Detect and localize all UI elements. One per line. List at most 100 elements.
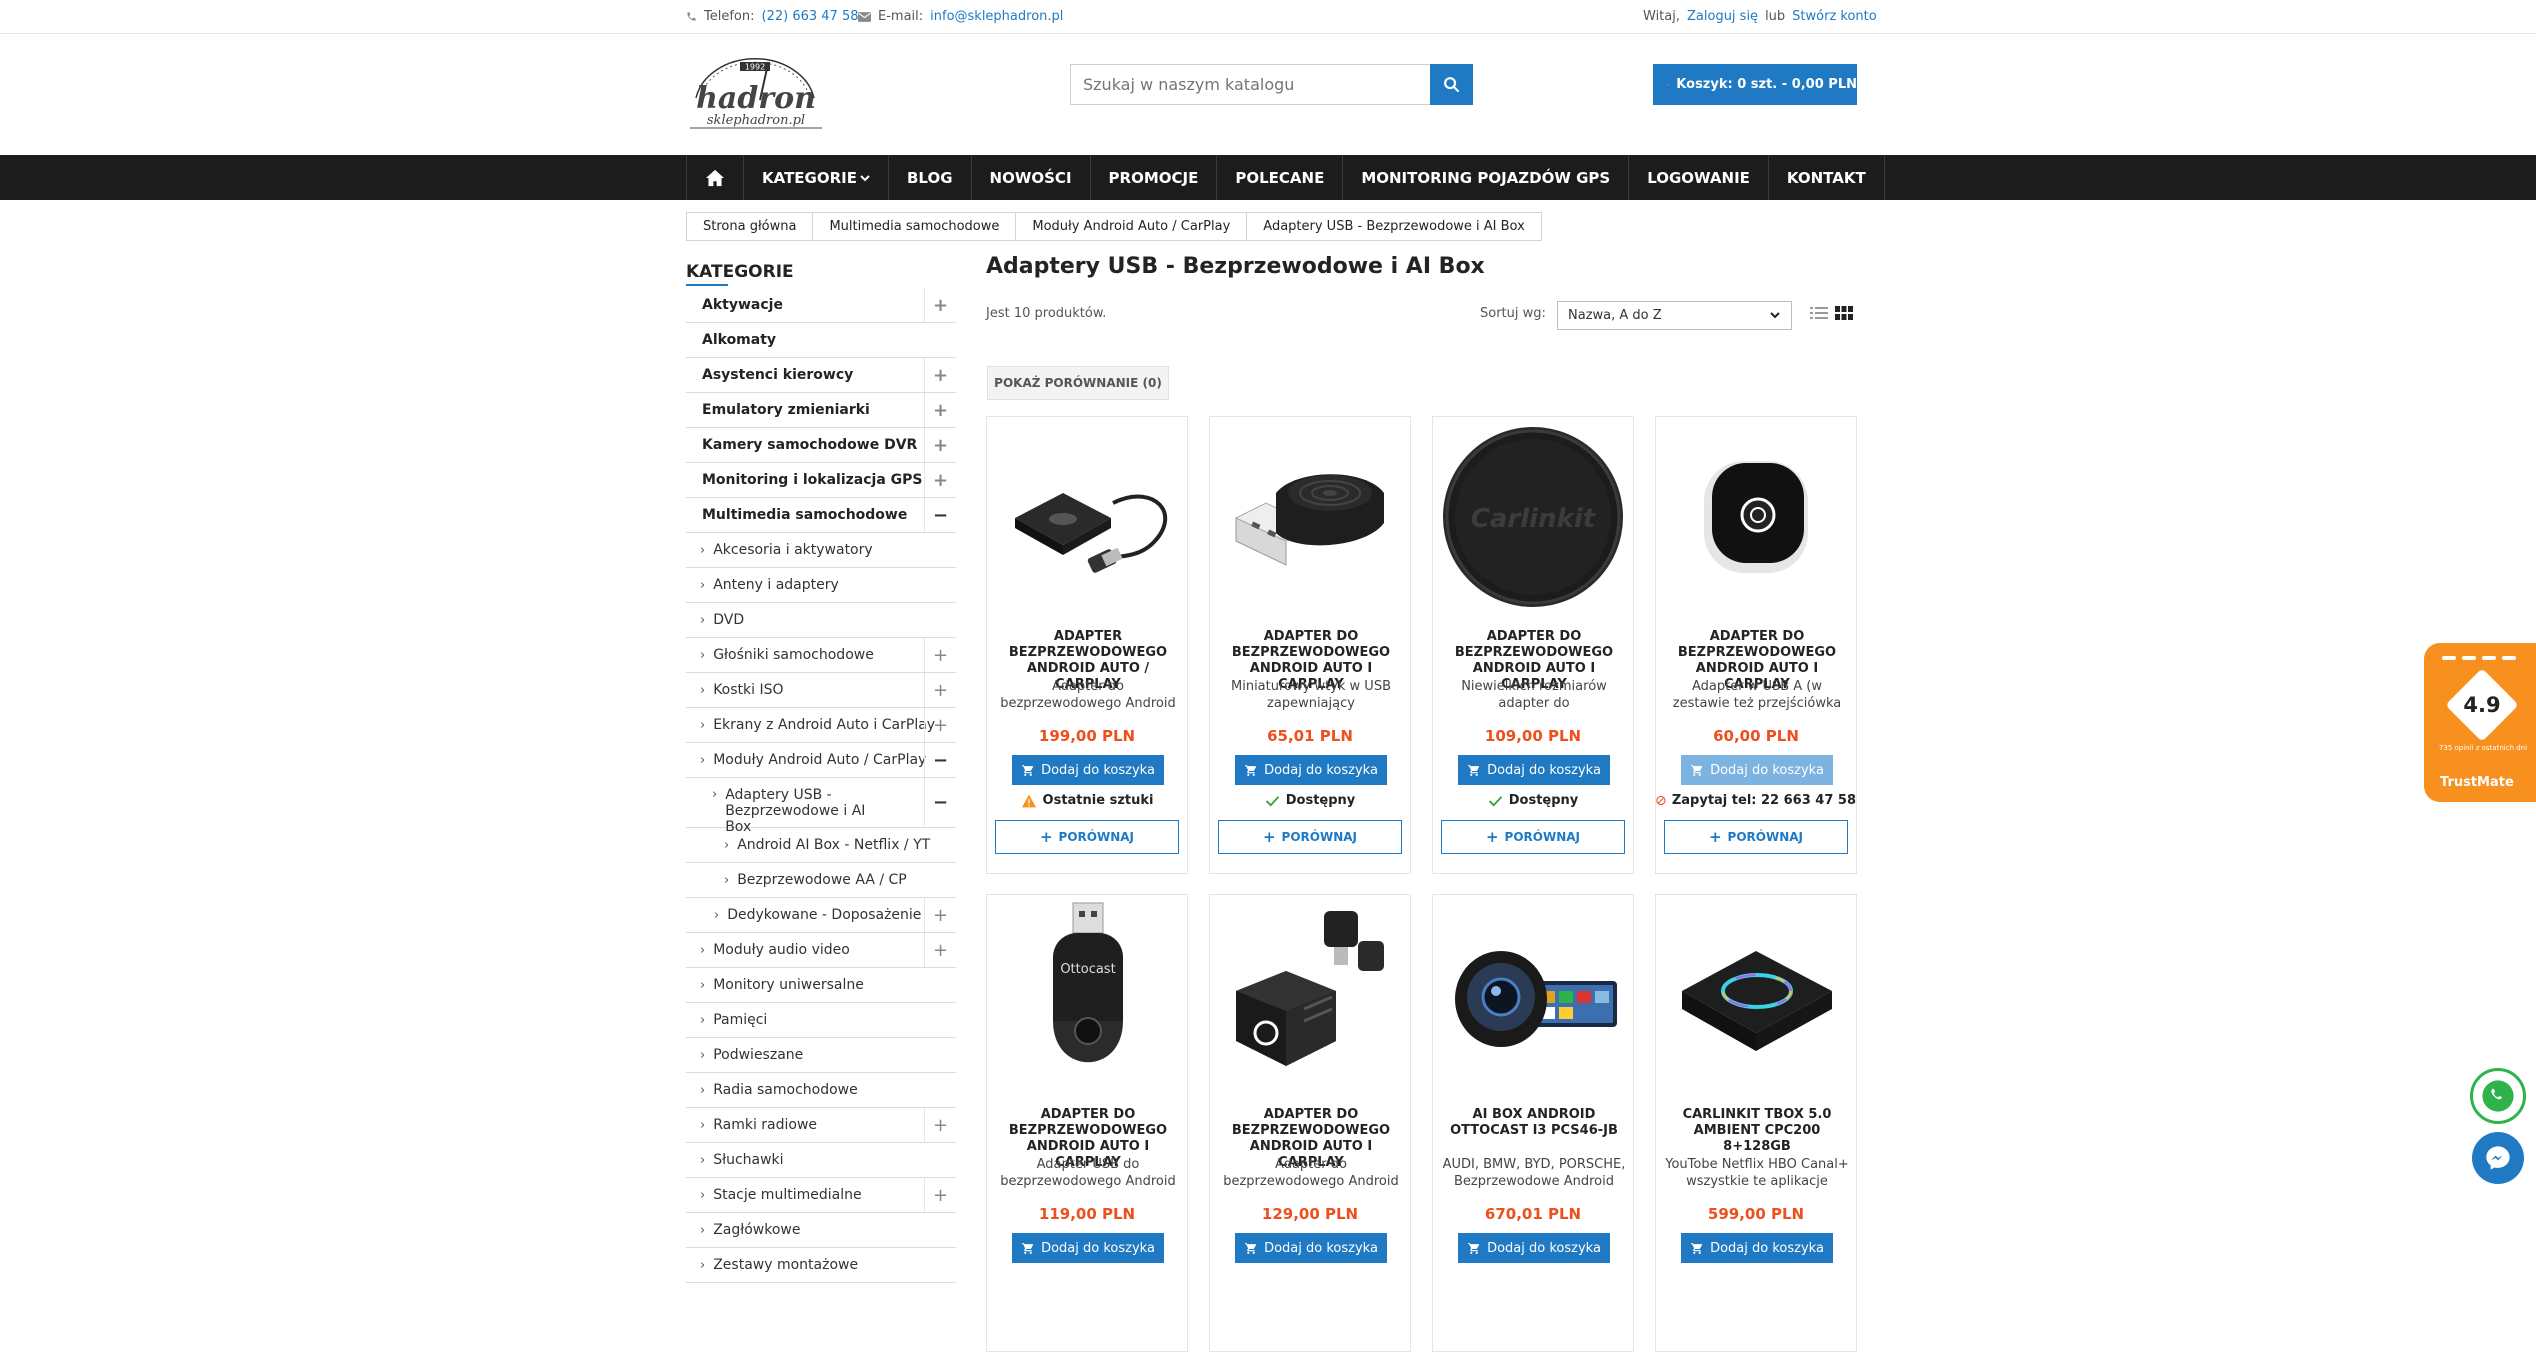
add-label: Dodaj do koszyka bbox=[1487, 1240, 1601, 1256]
nav-kontakt[interactable]: KONTAKT bbox=[1769, 155, 1885, 200]
compare-button[interactable]: + PORÓWNAJ bbox=[1218, 820, 1402, 854]
compare-button[interactable]: + PORÓWNAJ bbox=[1441, 820, 1625, 854]
nav-home[interactable] bbox=[686, 155, 744, 200]
sort-select[interactable]: Nazwa, A do Z bbox=[1557, 301, 1792, 330]
whatsapp-button[interactable] bbox=[2470, 1068, 2526, 1124]
product-name[interactable]: CARLINKIT TBOX 5.0 AMBIENT CPC200 8+128G… bbox=[1662, 1107, 1852, 1155]
logo[interactable]: 1992 hadron sklephadron.pl bbox=[686, 56, 826, 134]
product-image[interactable] bbox=[1216, 901, 1404, 1089]
nav-polecane[interactable]: POLECANE bbox=[1217, 155, 1344, 200]
cart-icon bbox=[1022, 1242, 1034, 1254]
sidebar-item-adaptery-usb[interactable]: › Adaptery USB - Bezprzewodowe i AI Box − bbox=[686, 778, 956, 835]
add-to-cart-button[interactable]: Dodaj do koszyka bbox=[1235, 1233, 1387, 1263]
product-image[interactable] bbox=[993, 423, 1181, 611]
sidebar-item-ramki[interactable]: › Ramki radiowe + bbox=[686, 1108, 956, 1143]
sidebar-item-emulatory[interactable]: Emulatory zmieniarki + bbox=[686, 393, 956, 428]
expand-icon[interactable]: + bbox=[924, 463, 956, 497]
expand-icon[interactable]: + bbox=[924, 1108, 956, 1142]
add-to-cart-button[interactable]: Dodaj do koszyka bbox=[1458, 1233, 1610, 1263]
list-view-icon[interactable] bbox=[1810, 306, 1828, 320]
chevron-right-icon: › bbox=[700, 1187, 706, 1203]
nav-blog[interactable]: BLOG bbox=[889, 155, 972, 200]
add-to-cart-button[interactable]: Dodaj do koszyka bbox=[1681, 1233, 1833, 1263]
show-compare-button[interactable]: POKAŻ PORÓWNANIE (0) bbox=[987, 366, 1169, 400]
expand-icon[interactable]: + bbox=[924, 898, 956, 932]
product-description: Adapter do bezprzewodowego Android bbox=[1000, 679, 1176, 711]
sidebar-item-bezprzewodowe[interactable]: › Bezprzewodowe AA / CP bbox=[686, 863, 956, 898]
sidebar-item-android-ai-box[interactable]: › Android AI Box - Netflix / YT bbox=[686, 828, 956, 863]
expand-icon[interactable]: + bbox=[924, 393, 956, 427]
sidebar-item-label: DVD bbox=[713, 612, 745, 628]
sidebar-item-aktywacje[interactable]: Aktywacje + bbox=[686, 288, 956, 323]
nav-logowanie[interactable]: LOGOWANIE bbox=[1629, 155, 1769, 200]
compare-button[interactable]: + PORÓWNAJ bbox=[995, 820, 1179, 854]
sidebar-item-podwieszane[interactable]: › Podwieszane bbox=[686, 1038, 956, 1073]
sidebar-item-dedykowane[interactable]: › Dedykowane - Doposażenie + bbox=[686, 898, 956, 933]
sidebar-item-zestawy[interactable]: › Zestawy montażowe bbox=[686, 1248, 956, 1283]
sidebar-item-stacje[interactable]: › Stacje multimedialne + bbox=[686, 1178, 956, 1213]
grid-view-icon[interactable] bbox=[1835, 306, 1853, 320]
nav-kategorie[interactable]: KATEGORIE bbox=[744, 155, 889, 200]
search-input[interactable] bbox=[1071, 65, 1430, 104]
add-to-cart-button[interactable]: Dodaj do koszyka bbox=[1458, 755, 1610, 785]
sidebar-item-pamieci[interactable]: › Pamięci bbox=[686, 1003, 956, 1038]
sidebar-item-ekrany[interactable]: › Ekrany z Android Auto i CarPlay + bbox=[686, 708, 956, 743]
expand-icon[interactable]: + bbox=[924, 358, 956, 392]
sidebar-item-moduly-audio[interactable]: › Moduły audio video + bbox=[686, 933, 956, 968]
sidebar-item-glosniki[interactable]: › Głośniki samochodowe + bbox=[686, 638, 956, 673]
sidebar-item-alkomaty[interactable]: Alkomaty bbox=[686, 323, 956, 358]
expand-icon[interactable]: + bbox=[924, 1178, 956, 1212]
sidebar-item-akcesoria[interactable]: › Akcesoria i aktywatory bbox=[686, 533, 956, 568]
compare-button[interactable]: + PORÓWNAJ bbox=[1664, 820, 1848, 854]
search-button[interactable] bbox=[1430, 64, 1473, 105]
trustmate-widget[interactable]: 4.9 735 opinii z ostatnich dni TrustMate bbox=[2424, 643, 2536, 802]
nav-monitoring[interactable]: MONITORING POJAZDÓW GPS bbox=[1343, 155, 1630, 200]
register-link[interactable]: Stwórz konto bbox=[1792, 9, 1877, 24]
add-to-cart-button[interactable]: Dodaj do koszyka bbox=[1012, 755, 1164, 785]
breadcrumb-home[interactable]: Strona główna bbox=[687, 213, 814, 240]
messenger-button[interactable] bbox=[2472, 1132, 2524, 1184]
add-label: Dodaj do koszyka bbox=[1710, 762, 1824, 778]
sidebar-item-kostki[interactable]: › Kostki ISO + bbox=[686, 673, 956, 708]
product-name[interactable]: AI BOX ANDROID OTTOCAST I3 PCS46-JB bbox=[1439, 1107, 1629, 1139]
sidebar-item-sluchawki[interactable]: › Słuchawki bbox=[686, 1143, 956, 1178]
sidebar-item-kamery[interactable]: Kamery samochodowe DVR + bbox=[686, 428, 956, 463]
phone-link[interactable]: (22) 663 47 58 bbox=[762, 9, 859, 24]
sidebar-item-asystenci[interactable]: Asystenci kierowcy + bbox=[686, 358, 956, 393]
add-to-cart-button[interactable]: Dodaj do koszyka bbox=[1681, 755, 1833, 785]
breadcrumb-multimedia[interactable]: Multimedia samochodowe bbox=[813, 213, 1017, 240]
sidebar-item-zaglowkowe[interactable]: › Zagłówkowe bbox=[686, 1213, 956, 1248]
expand-icon[interactable]: + bbox=[924, 708, 956, 742]
sidebar-item-monitoring[interactable]: Monitoring i lokalizacja GPS + bbox=[686, 463, 956, 498]
email-link[interactable]: info@sklephadron.pl bbox=[930, 9, 1063, 24]
expand-icon[interactable]: + bbox=[924, 673, 956, 707]
login-link[interactable]: Zaloguj się bbox=[1687, 9, 1758, 24]
sidebar-item-moduly-aa[interactable]: › Moduły Android Auto / CarPlay − bbox=[686, 743, 956, 778]
product-image[interactable] bbox=[1439, 901, 1627, 1089]
expand-icon[interactable]: + bbox=[924, 428, 956, 462]
sidebar-item-multimedia[interactable]: Multimedia samochodowe − bbox=[686, 498, 956, 533]
expand-icon[interactable]: + bbox=[924, 933, 956, 967]
expand-icon[interactable]: + bbox=[924, 638, 956, 672]
add-to-cart-button[interactable]: Dodaj do koszyka bbox=[1012, 1233, 1164, 1263]
breadcrumb-moduly[interactable]: Moduły Android Auto / CarPlay bbox=[1016, 213, 1248, 240]
collapse-icon[interactable]: − bbox=[924, 778, 956, 827]
nav-nowosci[interactable]: NOWOŚCI bbox=[972, 155, 1091, 200]
add-to-cart-button[interactable]: Dodaj do koszyka bbox=[1235, 755, 1387, 785]
cart-button[interactable]: Koszyk: 0 szt. - 0,00 PLN bbox=[1653, 64, 1857, 105]
expand-icon[interactable]: + bbox=[924, 288, 956, 322]
product-image[interactable] bbox=[1662, 901, 1850, 1089]
sidebar-item-radia[interactable]: › Radia samochodowe bbox=[686, 1073, 956, 1108]
nav-promocje[interactable]: PROMOCJE bbox=[1091, 155, 1218, 200]
collapse-icon[interactable]: − bbox=[924, 743, 956, 777]
product-image[interactable]: Ottocast bbox=[993, 901, 1181, 1089]
sidebar-item-label: Kostki ISO bbox=[713, 682, 784, 698]
collapse-icon[interactable]: − bbox=[924, 498, 956, 532]
chevron-right-icon: › bbox=[700, 542, 706, 558]
product-image[interactable]: Carlinkit bbox=[1439, 423, 1627, 611]
product-image[interactable] bbox=[1216, 423, 1404, 611]
product-image[interactable] bbox=[1662, 423, 1850, 611]
sidebar-item-dvd[interactable]: › DVD bbox=[686, 603, 956, 638]
sidebar-item-anteny[interactable]: › Anteny i adaptery bbox=[686, 568, 956, 603]
sidebar-item-monitory[interactable]: › Monitory uniwersalne bbox=[686, 968, 956, 1003]
